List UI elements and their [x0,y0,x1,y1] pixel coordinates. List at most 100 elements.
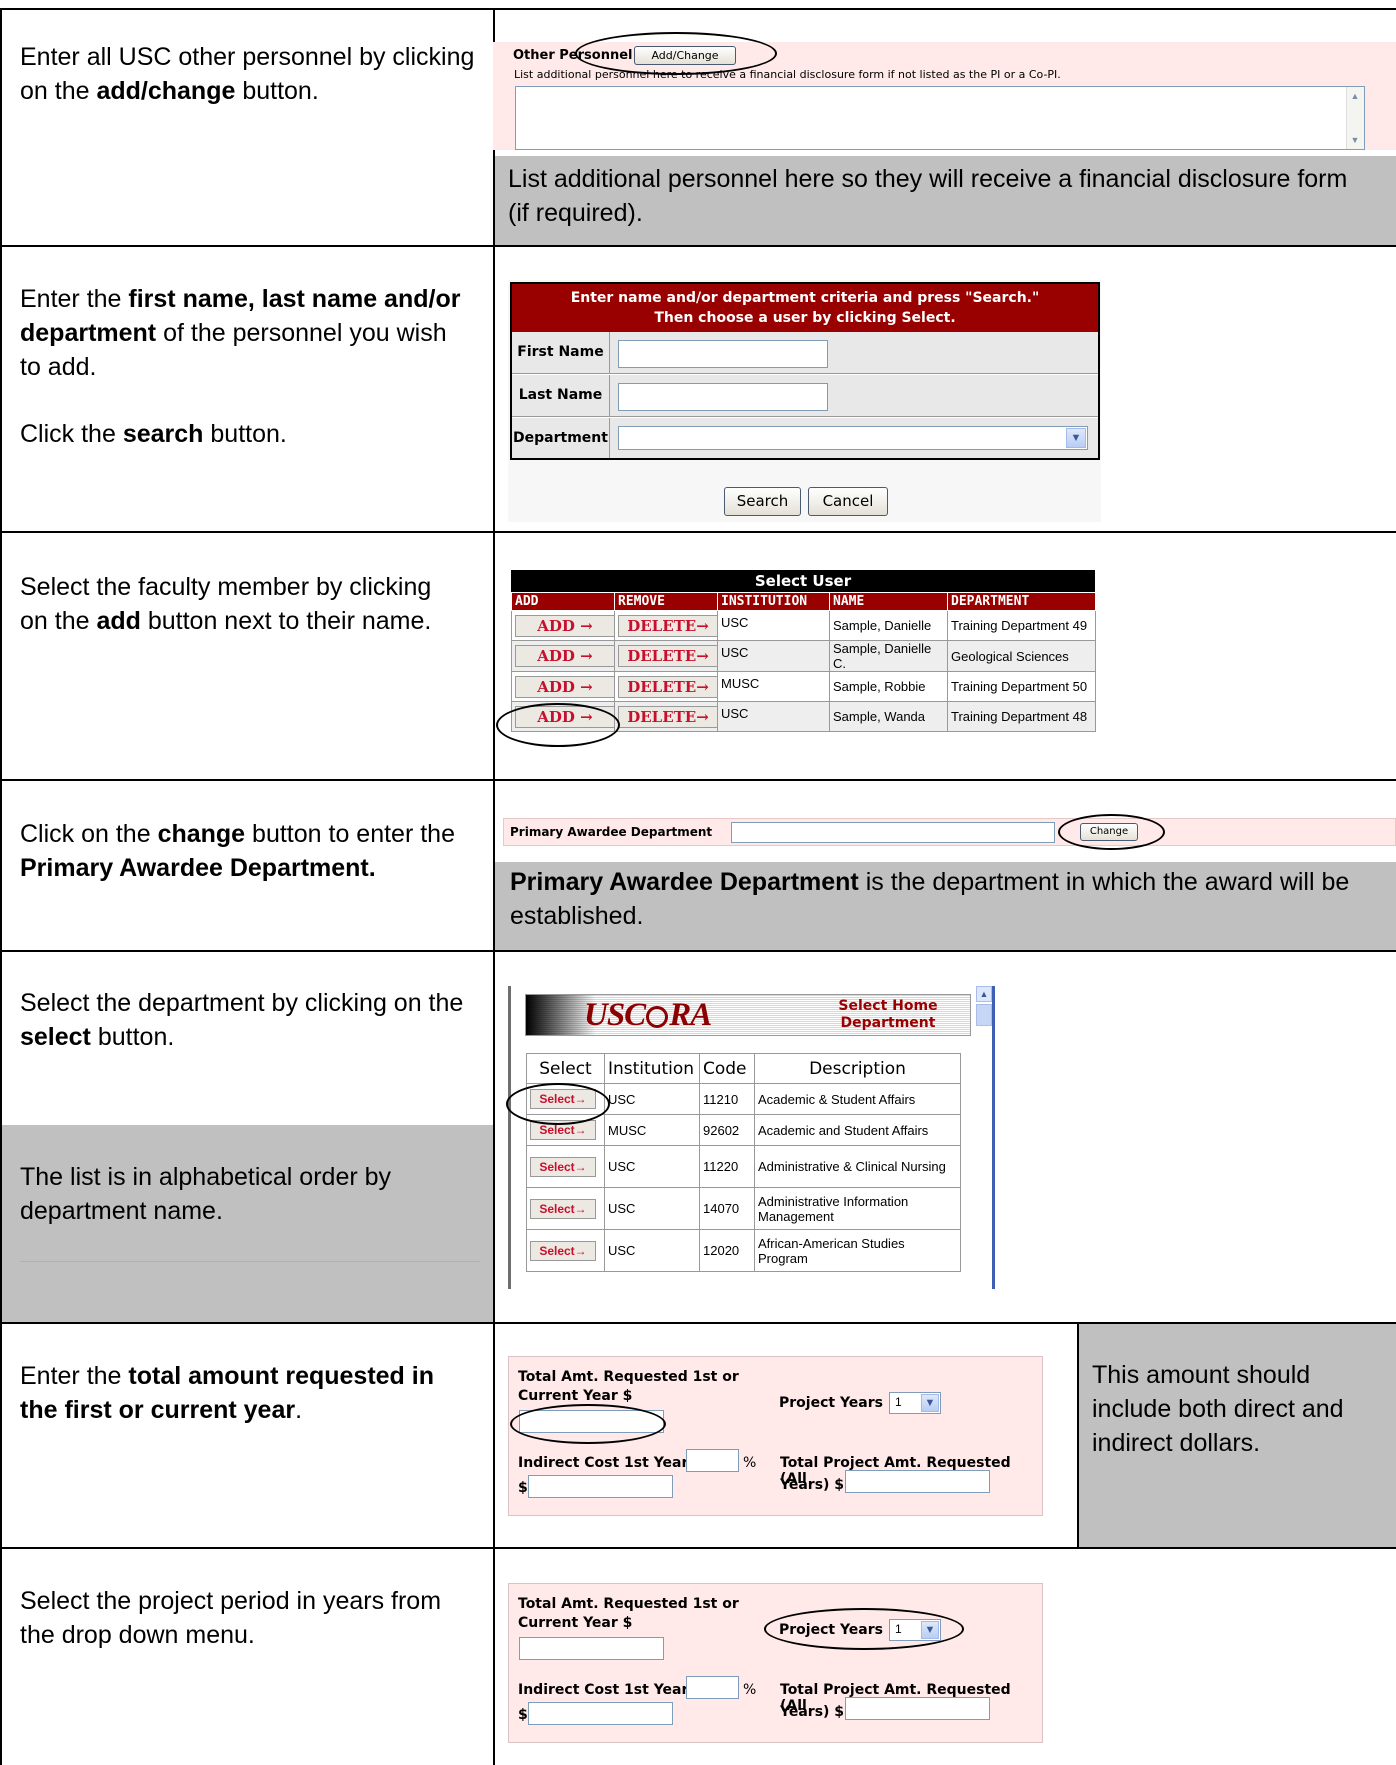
panel-title-line1: Select Home [838,998,938,1014]
search-button[interactable]: Search [724,487,801,516]
description-cell: Academic & Student Affairs [754,1083,961,1115]
table-row: ADD → DELETE→ MUSC Sample, Robbie Traini… [511,671,1096,702]
institution-cell: USC [604,1187,700,1230]
table-row: Select→ USC 14070 Administrative Informa… [526,1187,961,1230]
usc-ora-header: USC RA Select Home Department [525,994,971,1036]
select-button[interactable]: Select→ [530,1198,596,1219]
scroll-thumb[interactable] [976,1004,992,1026]
text-run: button to enter the [245,820,455,848]
search-form-header: Enter name and/or department criteria an… [512,284,1098,332]
text-run: Select the department by clicking on the [20,989,464,1017]
table-row: ADD → DELETE→ USC Sample, Danielle Train… [511,610,1096,641]
name-cell: Sample, Robbie [829,671,948,702]
institution-cell: USC [604,1145,700,1188]
primary-awardee-field[interactable] [731,822,1055,843]
delete-cell: DELETE→ [614,701,718,732]
highlight-oval [764,1608,964,1650]
department-cell: Training Department 49 [947,610,1096,641]
first-name-label: First Name [512,332,610,373]
first-name-field[interactable] [618,340,828,368]
last-name-field[interactable] [618,383,828,411]
indirect-cost-amount-field[interactable] [528,1475,673,1498]
last-name-label: Last Name [512,375,610,416]
row-divider [0,531,1396,533]
text-run: Click on the [20,820,158,848]
indirect-cost-percent-field[interactable] [686,1449,739,1472]
description-cell: Academic and Student Affairs [754,1114,961,1146]
scroll-down-icon[interactable]: ▼ [1347,132,1363,148]
select-user-header-row: ADD REMOVE INSTITUTION NAME DEPARTMENT [511,592,1096,611]
project-years-dropdown[interactable]: 1 ▼ [889,1392,941,1414]
usc-ora-logo: USC RA [584,997,712,1034]
select-button[interactable]: Select→ [530,1156,596,1177]
total-amount-label-line2: Current Year $ [518,1615,633,1631]
column-header: INSTITUTION [717,592,830,611]
delete-button[interactable]: DELETE→ [618,614,718,637]
delete-button[interactable]: DELETE→ [618,675,718,698]
code-cell: 92602 [699,1114,755,1146]
institution-cell: USC [604,1229,700,1272]
row1-instruction: Enter all USC other personnel by clickin… [20,40,475,108]
row6-note-divider [1077,1324,1079,1547]
row4-caption: Primary Awardee Department is the depart… [510,865,1360,933]
department-row: Department ▼ [512,418,1098,458]
department-dropdown[interactable]: ▼ [618,426,1088,450]
description-cell: African-American Studies Program [754,1229,961,1272]
logo-seal-icon [646,1006,669,1029]
scroll-up-icon[interactable]: ▲ [1347,88,1363,104]
add-button[interactable]: ADD → [515,614,615,637]
total-project-amount-field[interactable] [845,1697,990,1720]
row5-instruction: Select the department by clicking on the… [20,986,465,1054]
budget-form: Total Amt. Requested 1st or Current Year… [508,1583,1043,1743]
add-button[interactable]: ADD → [515,675,615,698]
institution-cell: USC [717,610,830,641]
search-header-line2: Then choose a user by clicking Select. [654,310,956,326]
scroll-up-icon[interactable]: ▲ [976,986,992,1002]
indirect-cost-amount-field[interactable] [528,1702,673,1725]
total-amount-field[interactable] [519,1637,664,1660]
dollar-sign: $ [518,1480,528,1496]
text-run: button. [90,1023,175,1051]
delete-button[interactable]: DELETE→ [618,705,718,728]
indirect-cost-label: Indirect Cost 1st Year [518,1455,689,1471]
bold-text: Primary Awardee Department. [20,854,376,882]
chevron-down-icon[interactable]: ▼ [921,1394,939,1412]
code-cell: 12020 [699,1229,755,1272]
select-cell: Select→ [526,1229,605,1272]
highlight-oval [510,1404,666,1444]
cancel-button[interactable]: Cancel [808,487,888,516]
table-row: ADD → DELETE→ USC Sample, Danielle C. Ge… [511,640,1096,672]
row4-instruction: Click on the change button to enter the … [20,817,465,885]
select-button[interactable]: Select→ [530,1240,596,1261]
logo-prefix: USC [584,997,646,1033]
highlight-oval [496,703,620,747]
row5-note-divider [20,1261,480,1262]
add-cell: ADD → [511,640,615,672]
total-project-amount-field[interactable] [845,1470,990,1493]
delete-button[interactable]: DELETE→ [618,645,718,667]
delete-cell: DELETE→ [614,671,718,702]
institution-cell: MUSC [604,1114,700,1146]
indirect-cost-percent-field[interactable] [686,1676,739,1699]
total-amount-label-line1: Total Amt. Requested 1st or [518,1596,739,1612]
table-border-top [0,8,1396,10]
dollar-sign: $ [518,1707,528,1723]
code-cell: 11210 [699,1083,755,1115]
project-years-value: 1 [895,1395,902,1409]
add-button[interactable]: ADD → [515,645,615,667]
text-run: Click the [20,420,123,448]
row-divider [0,950,1396,952]
highlight-oval [1058,814,1165,850]
bold-text: select [20,1023,91,1051]
other-personnel-textarea[interactable]: ▲ ▼ [515,86,1365,150]
frame-scrollbar[interactable]: ▲ [973,986,995,1289]
table-row: Select→ USC 11220 Administrative & Clini… [526,1145,961,1188]
text-run: Enter the [20,1362,129,1390]
chevron-down-icon[interactable]: ▼ [1066,428,1086,448]
row-divider [0,779,1396,781]
total-amount-label-line1: Total Amt. Requested 1st or [518,1369,739,1385]
description-cell: Administrative & Clinical Nursing [754,1145,961,1188]
institution-cell: USC [717,640,830,672]
row-divider [0,245,1396,247]
last-name-row: Last Name [512,375,1098,417]
